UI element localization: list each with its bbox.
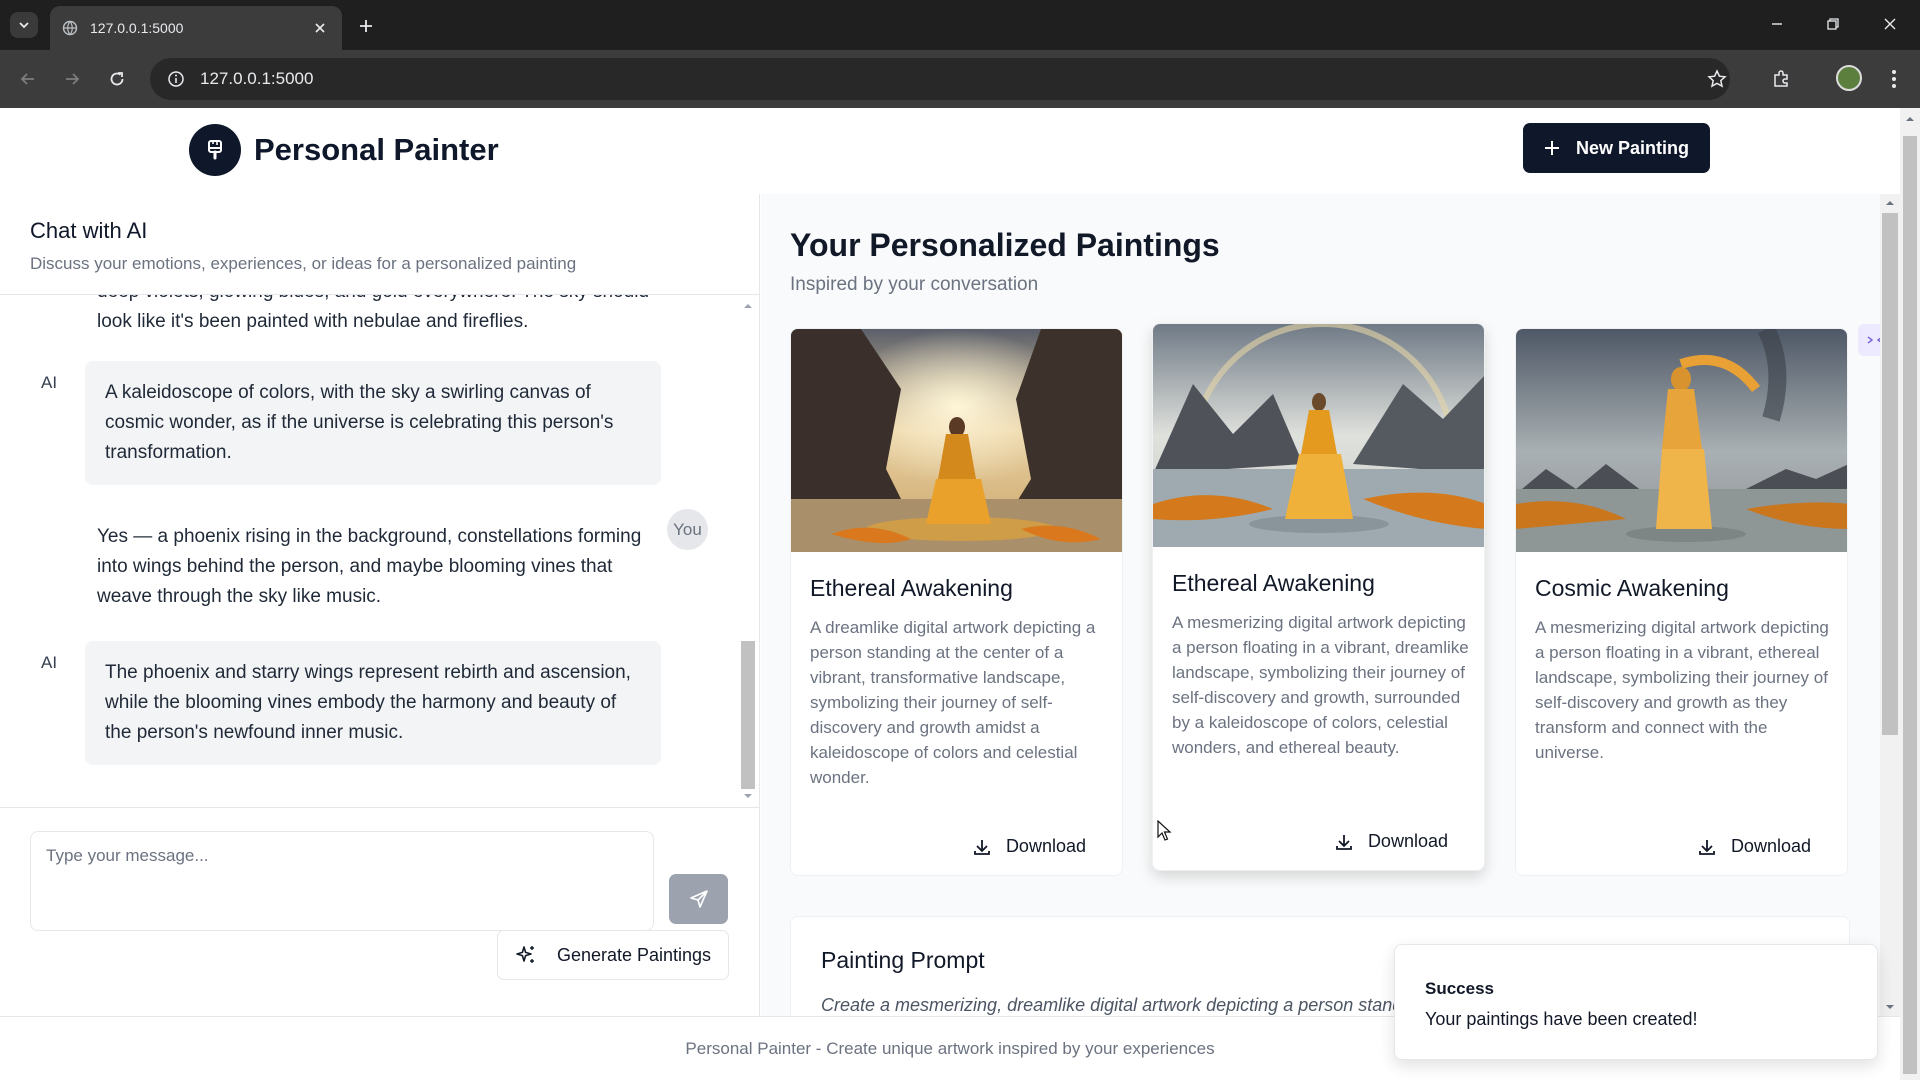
bookmark-star-icon[interactable] bbox=[1705, 67, 1729, 91]
minimize-button[interactable] bbox=[1765, 12, 1789, 36]
painting-card: Cosmic Awakening A mesmerizing digital a… bbox=[1515, 328, 1848, 876]
download-button[interactable]: Download bbox=[972, 836, 1086, 857]
new-painting-label: New Painting bbox=[1575, 137, 1689, 158]
chevron-down-icon bbox=[19, 22, 29, 29]
kebab-menu-icon[interactable] bbox=[1882, 67, 1906, 91]
painting-description: A mesmerizing digital artwork depicting … bbox=[1172, 613, 1469, 757]
restore-button[interactable] bbox=[1821, 12, 1845, 36]
scroll-down-arrow-icon bbox=[1886, 1005, 1894, 1009]
message-list[interactable]: deep violets, glowing blues, and gold ev… bbox=[0, 295, 759, 807]
forward-button[interactable] bbox=[60, 67, 84, 91]
scroll-up-arrow-icon bbox=[744, 304, 752, 308]
page-scroll-thumb[interactable] bbox=[1903, 136, 1917, 1074]
site-info-icon[interactable] bbox=[164, 67, 188, 91]
user-avatar: You bbox=[667, 509, 708, 550]
chat-title: Chat with AI bbox=[30, 218, 148, 243]
footer-text: Personal Painter - Create unique artwork… bbox=[685, 1038, 1215, 1058]
gallery-subtitle: Inspired by your conversation bbox=[790, 274, 1039, 295]
generate-paintings-label: Generate Paintings bbox=[556, 944, 712, 965]
download-label: Download bbox=[1005, 836, 1086, 856]
reload-icon bbox=[110, 72, 124, 86]
download-button[interactable]: Download bbox=[1697, 836, 1811, 857]
tab-title: 127.0.0.1:5000 bbox=[90, 20, 184, 36]
painting-title: Ethereal Awakening bbox=[810, 575, 1013, 601]
download-label: Download bbox=[1367, 831, 1448, 851]
painting-description: A mesmerizing digital artwork depicting … bbox=[1535, 618, 1829, 762]
ai-message: The phoenix and starry wings represent r… bbox=[85, 641, 661, 765]
painting-card: Ethereal Awakening A mesmerizing digital… bbox=[1152, 323, 1485, 871]
scroll-up-arrow-icon bbox=[1886, 201, 1894, 205]
success-toast[interactable]: Success Your paintings have been created… bbox=[1394, 944, 1878, 1060]
restore-icon bbox=[1827, 18, 1839, 30]
url-text: 127.0.0.1:5000 bbox=[200, 69, 314, 88]
scroll-up-arrow-icon bbox=[1906, 117, 1914, 121]
arrow-right-icon bbox=[66, 73, 80, 85]
profile-avatar[interactable] bbox=[1836, 65, 1862, 91]
close-icon bbox=[1884, 18, 1896, 30]
ai-label: AI bbox=[41, 653, 58, 672]
minimize-icon bbox=[1772, 23, 1782, 25]
new-painting-button[interactable]: New Painting bbox=[1523, 123, 1710, 173]
toast-title: Success bbox=[1425, 979, 1494, 998]
browser-toolbar: 127.0.0.1:5000 bbox=[0, 50, 1920, 108]
scroll-down-arrow-icon bbox=[744, 794, 752, 798]
chat-composer: Generate Paintings bbox=[0, 807, 759, 1016]
user-message: deep violets, glowing blues, and gold ev… bbox=[97, 295, 649, 332]
address-bar[interactable]: 127.0.0.1:5000 bbox=[150, 58, 1730, 100]
gallery-title: Your Personalized Paintings bbox=[790, 227, 1220, 263]
download-button[interactable]: Download bbox=[1334, 831, 1448, 852]
app-title: Personal Painter bbox=[254, 132, 499, 167]
gallery-scroll-thumb[interactable] bbox=[1882, 213, 1898, 735]
chat-panel: Chat with AI Discuss your emotions, expe… bbox=[0, 194, 760, 1016]
tab-search-button[interactable] bbox=[10, 12, 38, 38]
back-button[interactable] bbox=[16, 67, 40, 91]
browser-tab[interactable]: 127.0.0.1:5000 bbox=[50, 6, 342, 50]
plus-icon bbox=[1544, 141, 1559, 155]
generate-paintings-button[interactable]: Generate Paintings bbox=[497, 930, 729, 980]
browser-tabstrip: 127.0.0.1:5000 bbox=[0, 0, 1920, 50]
user-message: Yes — a phoenix rising in the background… bbox=[97, 526, 642, 607]
ai-message: A kaleidoscope of colors, with the sky a… bbox=[85, 361, 661, 485]
painting-image bbox=[1516, 329, 1847, 552]
painting-image bbox=[1153, 324, 1484, 547]
painting-description: A dreamlike digital artwork depicting a … bbox=[810, 618, 1096, 787]
plus-icon bbox=[360, 20, 372, 32]
painting-image bbox=[791, 329, 1122, 552]
close-window-button[interactable] bbox=[1878, 12, 1902, 36]
extensions-puzzle-icon[interactable] bbox=[1769, 67, 1793, 91]
logo bbox=[189, 124, 241, 176]
download-icon bbox=[974, 839, 990, 855]
download-label: Download bbox=[1730, 836, 1811, 856]
chat-scroll-thumb[interactable] bbox=[741, 641, 755, 789]
download-icon bbox=[1699, 839, 1715, 855]
painting-title: Cosmic Awakening bbox=[1535, 575, 1729, 601]
app-header: Personal Painter New Painting bbox=[0, 108, 1900, 194]
arrow-left-icon bbox=[20, 73, 34, 85]
gallery-panel: Your Personalized Paintings Inspired by … bbox=[761, 194, 1880, 1016]
painting-card: Ethereal Awakening A dreamlike digital a… bbox=[790, 328, 1123, 876]
message-input[interactable] bbox=[30, 831, 654, 931]
reload-button[interactable] bbox=[105, 67, 129, 91]
send-icon bbox=[689, 890, 708, 908]
download-icon bbox=[1336, 834, 1352, 850]
toast-message: Your paintings have been created! bbox=[1425, 1009, 1698, 1029]
painting-title: Ethereal Awakening bbox=[1172, 570, 1375, 596]
ai-label: AI bbox=[41, 373, 58, 392]
chat-subtitle: Discuss your emotions, experiences, or i… bbox=[30, 254, 577, 273]
mouse-cursor-icon bbox=[1157, 820, 1172, 841]
new-tab-button[interactable] bbox=[354, 14, 378, 38]
prompt-title: Painting Prompt bbox=[821, 947, 985, 973]
send-button[interactable] bbox=[669, 874, 728, 924]
chat-header: Chat with AI Discuss your emotions, expe… bbox=[0, 194, 759, 295]
prompt-text: Create a mesmerizing, dreamlike digital … bbox=[821, 995, 1427, 1015]
close-icon[interactable] bbox=[310, 18, 330, 38]
sparkles-icon bbox=[516, 946, 534, 963]
globe-icon bbox=[62, 20, 78, 36]
paintbrush-icon bbox=[208, 140, 222, 160]
